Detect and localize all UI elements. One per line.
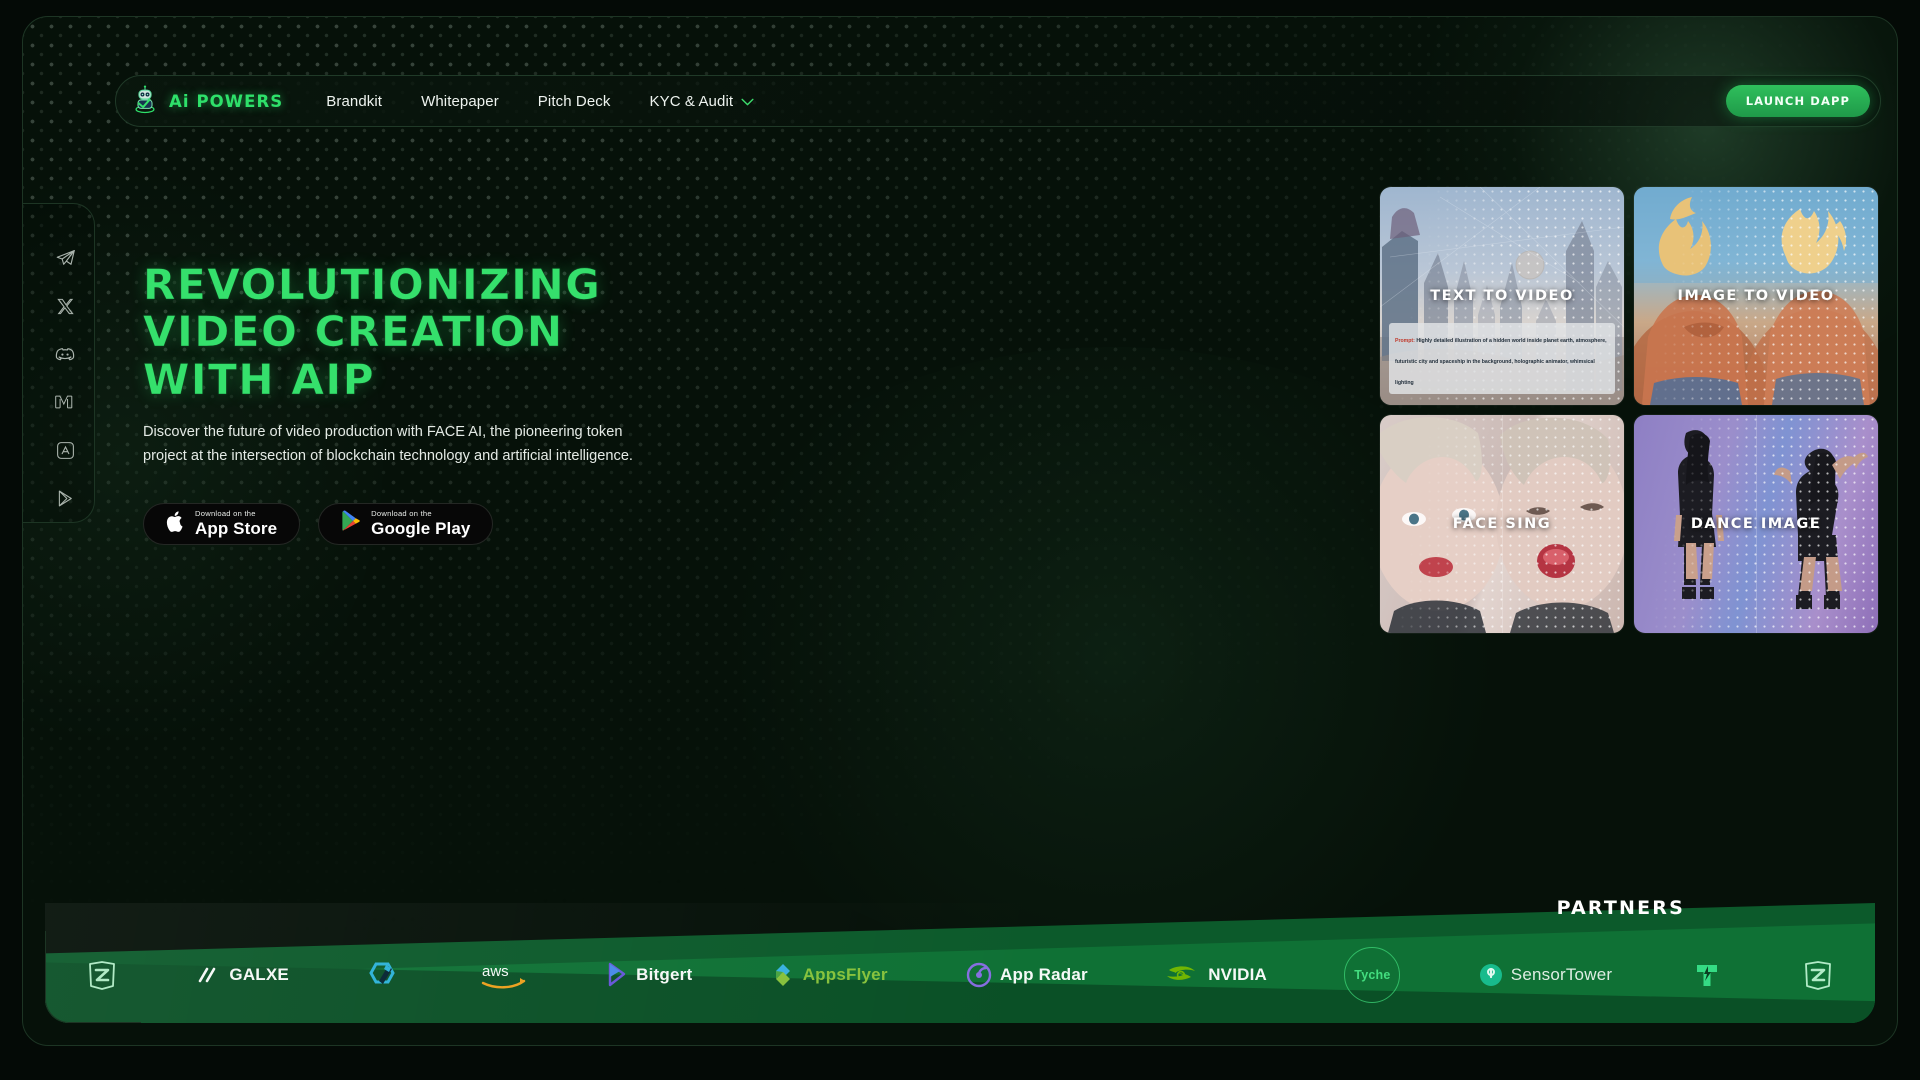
- telegram-icon[interactable]: [50, 243, 80, 273]
- partner-galxe[interactable]: GALXE: [196, 965, 289, 985]
- badge-big-label: App Store: [195, 519, 278, 539]
- nvidia-logo-icon: [1167, 966, 1196, 980]
- google-play-badge[interactable]: Download on the Google Play: [318, 502, 494, 545]
- nav-item-label: Pitch Deck: [537, 92, 611, 110]
- partner-label: GALXE: [229, 965, 289, 984]
- partner-label: Bitgert: [636, 965, 693, 984]
- launch-dapp-button[interactable]: LAUNCH DAPP: [1725, 85, 1870, 117]
- sensortower-logo-icon: [1479, 964, 1502, 986]
- partner-t-mark[interactable]: [1690, 958, 1724, 992]
- brand-logo[interactable]: Ai POWERS: [130, 84, 283, 119]
- headline-line-1: Revolutionizing: [143, 260, 602, 309]
- partner-app-radar[interactable]: App Radar: [965, 961, 1088, 989]
- partner-hex[interactable]: [366, 958, 400, 992]
- headline-line-2: Video Creation: [143, 307, 564, 357]
- nav-links: Brandkit Whitepaper Pitch Deck KYC & Aud…: [326, 93, 754, 110]
- x-twitter-icon[interactable]: [50, 291, 80, 321]
- badge-small-label: Download on the: [195, 508, 256, 518]
- partner-label: AppsFlyer: [802, 965, 888, 984]
- partners-title: Partners: [1556, 897, 1685, 919]
- partner-sensortower[interactable]: SensorTower: [1478, 962, 1612, 988]
- google-play-triangle-icon: [341, 510, 361, 537]
- showcase-card-dance-image[interactable]: Dance Image: [1634, 415, 1878, 633]
- partner-aws[interactable]: aws: [478, 959, 530, 991]
- page-frame: Ai POWERS Brandkit Whitepaper Pitch Deck…: [22, 16, 1898, 1046]
- galxe-logo-icon: [199, 967, 216, 983]
- showcase-card-grid: Text to Video Prompt: Highly detailed il…: [1380, 187, 1878, 633]
- card-prompt-box: Prompt: Highly detailed illustration of …: [1389, 322, 1615, 394]
- headline-line-3: With AiP: [143, 354, 376, 404]
- showcase-card-text-to-video[interactable]: Text to Video Prompt: Highly detailed il…: [1380, 187, 1624, 405]
- badge-small-label: Download on the: [371, 508, 432, 518]
- partner-label: Tyche: [1354, 968, 1391, 982]
- google-play-icon[interactable]: [50, 483, 80, 513]
- top-navigation-bar: Ai POWERS Brandkit Whitepaper Pitch Deck…: [115, 75, 1881, 127]
- partner-zealy-2[interactable]: [1801, 958, 1835, 992]
- partner-label: SensorTower: [1510, 965, 1613, 984]
- partner-logo-row: GALXE aws Bitgert AppsFlyer App Radar NV…: [45, 931, 1875, 1023]
- svg-text:aws: aws: [482, 963, 509, 980]
- partner-nvidia[interactable]: NVIDIA: [1165, 962, 1267, 988]
- nav-item-brandkit[interactable]: Brandkit: [326, 93, 382, 110]
- partner-tyche[interactable]: Tyche: [1344, 947, 1401, 1003]
- hero-section: Revolutionizing Video Creation With AiP …: [143, 260, 783, 545]
- aws-logo-icon: aws: [481, 963, 525, 989]
- medium-icon[interactable]: [50, 387, 80, 417]
- card-label: Dance Image: [1690, 516, 1822, 532]
- zealy-logo-icon: [1805, 961, 1831, 990]
- partner-label: NVIDIA: [1208, 965, 1268, 984]
- nav-item-kyc-audit[interactable]: KYC & Audit: [650, 93, 755, 110]
- social-rail: [45, 243, 85, 513]
- showcase-card-face-sing[interactable]: Face Sing: [1380, 415, 1624, 633]
- landing-page: Ai POWERS Brandkit Whitepaper Pitch Deck…: [0, 0, 1920, 1080]
- store-badges: Download on the App Store Download on th…: [143, 502, 783, 545]
- zealy-logo-icon: [89, 961, 115, 990]
- nav-item-label: KYC & Audit: [649, 92, 734, 110]
- partner-appsflyer[interactable]: AppsFlyer: [770, 960, 888, 990]
- card-label: Face Sing: [1452, 516, 1552, 532]
- card-label: Text to Video: [1430, 288, 1574, 304]
- t-logo-icon: [1696, 965, 1717, 986]
- brand-name: Ai POWERS: [169, 91, 284, 111]
- badge-big-label: Google Play: [371, 519, 471, 539]
- nav-item-label: Whitepaper: [421, 92, 499, 110]
- apple-logo-icon: [166, 510, 185, 537]
- partners-strip: Partners GALXE: [45, 883, 1875, 1023]
- discord-icon[interactable]: [50, 339, 80, 369]
- nav-item-whitepaper[interactable]: Whitepaper: [421, 93, 499, 110]
- app-store-icon[interactable]: [50, 435, 80, 465]
- app-radar-logo-icon: [966, 962, 992, 988]
- hex-logo-icon: [369, 962, 396, 984]
- partner-bitgert[interactable]: Bitgert: [607, 962, 692, 988]
- prompt-label: Prompt:: [1395, 337, 1415, 344]
- bitgert-logo-icon: [608, 962, 626, 987]
- app-store-badge-text: Download on the App Store: [195, 510, 277, 538]
- prompt-text: Highly detailed illustration of a hidden…: [1395, 337, 1607, 386]
- card-label: Image to Video: [1677, 288, 1835, 304]
- partner-label: App Radar: [1000, 965, 1088, 984]
- google-play-badge-text: Download on the Google Play: [371, 510, 470, 538]
- chevron-down-icon: [741, 93, 754, 110]
- appsflyer-logo-icon: [775, 964, 790, 986]
- page-title: Revolutionizing Video Creation With AiP: [143, 260, 783, 404]
- showcase-card-image-to-video[interactable]: Image to Video: [1634, 187, 1878, 405]
- nav-item-label: Brandkit: [326, 92, 383, 110]
- app-store-badge[interactable]: Download on the App Store: [143, 502, 301, 545]
- launch-dapp-wrapper: LAUNCH DAPP: [1725, 85, 1870, 117]
- robot-mascot-icon: [130, 84, 160, 119]
- hero-subcopy: Discover the future of video production …: [143, 424, 633, 464]
- partner-zealy[interactable]: [85, 958, 119, 992]
- nav-item-pitch-deck[interactable]: Pitch Deck: [538, 93, 611, 110]
